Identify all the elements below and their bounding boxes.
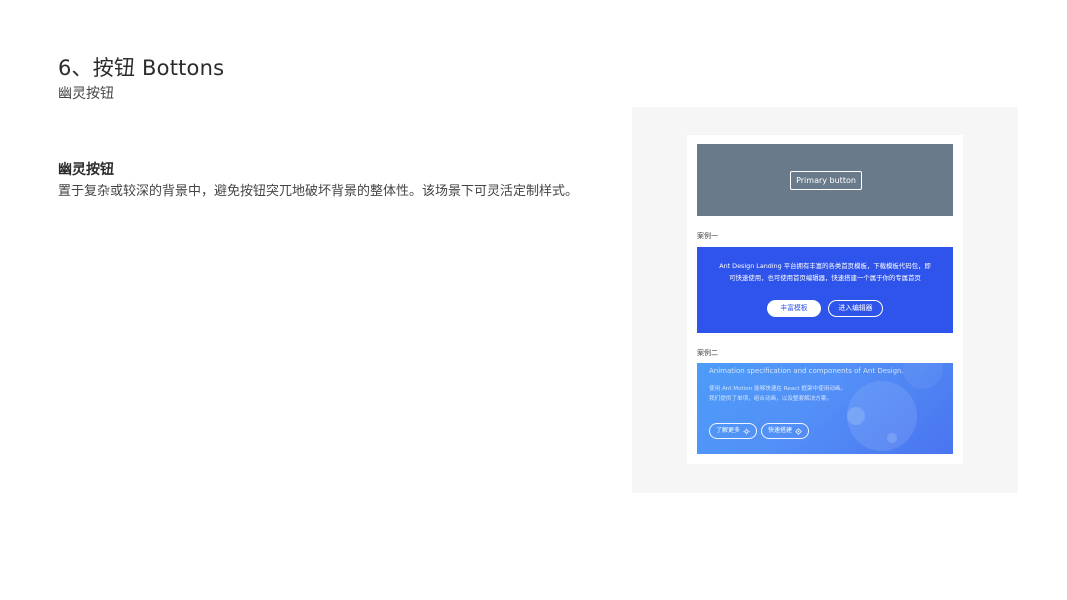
case1-text: Ant Design Landing 平台拥有丰富的各类首页模板，下载模板代码包… (697, 260, 953, 284)
section-description: 置于复杂或较深的背景中，避免按钮突兀地破坏背景的整体性。该场景下可灵活定制样式。 (58, 184, 579, 199)
case2-label: 案例二 (697, 349, 718, 357)
primary-ghost-demo: Primary button (697, 144, 953, 216)
case1-label: 案例一 (697, 232, 718, 240)
preview-card: Primary button 案例一 Ant Design Landing 平台… (687, 135, 963, 464)
case1-text-line1: Ant Design Landing 平台拥有丰富的各类首页模板，下载模板代码包… (719, 262, 931, 270)
case1-text-line2: 可快速使用，也可使用首页编辑器，快速搭建一个属于你的专属首页 (729, 274, 921, 282)
case2-title: Animation specification and components o… (709, 367, 904, 375)
case1-buttons: 丰富模板 进入编辑器 (697, 300, 953, 317)
quick-build-button[interactable]: 快速搭建 (761, 423, 810, 439)
page-title: 6、按钮 Bottons (58, 56, 225, 80)
settings-icon (743, 427, 750, 435)
case2-description: 使用 Ant Motion 能够快速在 React 框架中使用动画。 我们提供了… (709, 384, 846, 404)
case2-desc-line2: 我们提供了单项，组合动画，以及整套解决方案。 (709, 396, 833, 402)
target-icon (795, 427, 802, 435)
bg-bubble (847, 407, 865, 425)
enter-editor-button[interactable]: 进入编辑器 (828, 300, 883, 317)
case1-banner: Ant Design Landing 平台拥有丰富的各类首页模板，下载模板代码包… (697, 247, 953, 333)
primary-ghost-button[interactable]: Primary button (790, 171, 862, 190)
rich-templates-button[interactable]: 丰富模板 (767, 300, 821, 317)
section-heading: 幽灵按钮 (58, 162, 114, 178)
case2-buttons: 了解更多 快速搭建 (709, 423, 810, 439)
bg-bubble (887, 433, 897, 443)
preview-area: Primary button 案例一 Ant Design Landing 平台… (632, 107, 1018, 493)
learn-more-label: 了解更多 (716, 427, 741, 434)
page-subtitle: 幽灵按钮 (58, 86, 114, 102)
case2-banner: Animation specification and components o… (697, 363, 953, 454)
learn-more-button[interactable]: 了解更多 (709, 423, 758, 439)
case2-desc-line1: 使用 Ant Motion 能够快速在 React 框架中使用动画。 (709, 386, 847, 392)
quick-build-label: 快速搭建 (768, 427, 793, 434)
bg-bubble (903, 363, 943, 389)
